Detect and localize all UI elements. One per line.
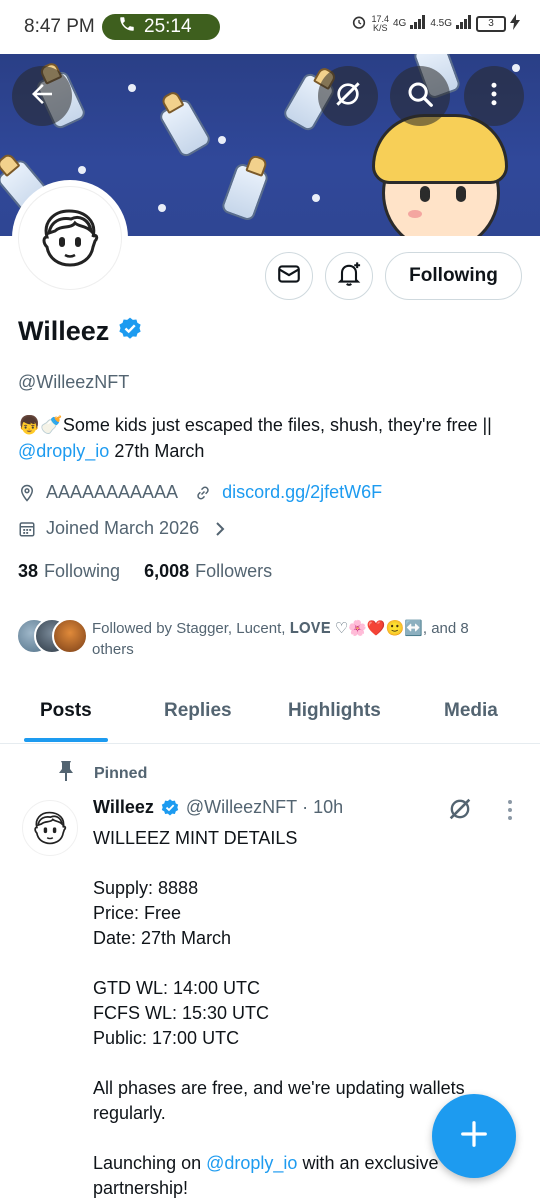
banner-star: [312, 194, 320, 202]
calendar-icon: [18, 520, 36, 538]
back-arrow-icon: [27, 79, 57, 114]
pin-icon: [56, 760, 76, 787]
banner-star: [158, 204, 166, 212]
profile-meta-row: AAAAAAAAAAA discord.gg/2jfetW6F: [18, 482, 382, 503]
post-mention-link[interactable]: @droply_io: [206, 1153, 297, 1173]
banner-character-eye: [420, 186, 430, 202]
network-type-1: 4G: [392, 18, 407, 29]
profile-handle: @WilleezNFT: [18, 372, 130, 392]
tab-highlights[interactable]: Highlights: [288, 700, 381, 722]
link-icon: [194, 484, 212, 502]
post-author-avatar[interactable]: [22, 800, 78, 856]
notification-bell-icon: [335, 260, 363, 293]
battery-icon: 3: [476, 15, 506, 32]
post-header: Willeez @WilleezNFT · 10h: [93, 797, 343, 818]
phone-icon: [118, 15, 144, 39]
grok-icon: [332, 78, 364, 115]
post-author-handle[interactable]: @WilleezNFT: [186, 797, 297, 818]
post-separator: ·: [302, 797, 309, 817]
status-time: 8:47 PM: [24, 16, 95, 37]
network-type-2: 4.5G: [430, 18, 452, 29]
charging-icon: [510, 14, 520, 33]
profile-website-link[interactable]: discord.gg/2jfetW6F: [222, 482, 382, 503]
location-icon: [18, 484, 36, 502]
tab-media[interactable]: Media: [444, 700, 498, 722]
avatar-image: [18, 186, 122, 290]
tab-replies[interactable]: Replies: [164, 700, 232, 722]
banner-character-cheek: [408, 210, 422, 218]
network-speed: 17.4 K/S: [371, 13, 389, 33]
grok-button[interactable]: [318, 66, 378, 126]
profile-joined-date: Joined March 2026: [46, 518, 200, 538]
compose-post-button[interactable]: [432, 1094, 516, 1178]
bio-mention-link[interactable]: @droply_io: [18, 441, 109, 461]
profile-tabs: Posts Replies Highlights Media: [0, 688, 540, 744]
grok-icon: [446, 798, 474, 827]
message-button[interactable]: [265, 252, 313, 300]
avatar-character-icon: [42, 209, 99, 267]
followed-by-avatars: [16, 618, 88, 654]
followers-count-link[interactable]: 6,008 Followers: [144, 561, 272, 582]
signal-icon: [410, 15, 426, 32]
alarm-icon: [351, 14, 367, 33]
notification-button[interactable]: [325, 252, 373, 300]
followed-by-text: Followed by Stagger, Lucent, 𝐋𝐎𝐕𝐄 ♡🌸❤️🙂↔…: [92, 620, 469, 658]
banner-character-eye: [456, 186, 466, 202]
profile-name-row: Willeez: [18, 316, 143, 347]
profile-location: AAAAAAAAAAA: [46, 482, 179, 502]
tab-posts[interactable]: Posts: [40, 700, 92, 722]
profile-avatar[interactable]: [12, 180, 128, 296]
more-vertical-icon: [500, 800, 520, 826]
profile-joined-row[interactable]: Joined March 2026: [18, 518, 237, 539]
active-tab-indicator: [24, 738, 108, 742]
follower-avatar: [52, 618, 88, 654]
more-button[interactable]: [464, 66, 524, 126]
profile-name: Willeez: [18, 316, 110, 346]
post-more-button[interactable]: [500, 798, 520, 827]
compose-plus-icon: [459, 1119, 489, 1154]
message-icon: [276, 261, 302, 292]
followed-by-row[interactable]: Followed by Stagger, Lucent, 𝐋𝐎𝐕𝐄 ♡🌸❤️🙂↔…: [16, 618, 512, 660]
signal-icon: [456, 15, 472, 32]
verified-badge-icon[interactable]: [117, 316, 143, 347]
ongoing-call-pill[interactable]: 25:14: [102, 14, 220, 40]
more-vertical-icon: [479, 79, 509, 114]
chevron-right-icon: [213, 521, 227, 537]
banner-star: [512, 64, 520, 72]
banner-bottle: [157, 96, 213, 160]
search-button[interactable]: [390, 66, 450, 126]
avatar-character-icon: [34, 811, 67, 845]
profile-bio: 👦🍼Some kids just escaped the files, shus…: [18, 415, 492, 461]
banner-star: [128, 84, 136, 92]
banner-star: [78, 166, 86, 174]
banner-star: [218, 136, 226, 144]
status-bar: 8:47 PM 25:14 17.4 K/S 4G 4.5G 3: [0, 0, 540, 54]
post-time: 10h: [313, 797, 344, 817]
call-timer: 25:14: [144, 16, 192, 37]
verified-badge-icon: [160, 798, 180, 818]
following-count-link[interactable]: 38 Following: [18, 561, 120, 582]
follow-counts: 38 Following 6,008 Followers: [18, 561, 272, 582]
search-icon: [405, 79, 435, 114]
following-button[interactable]: Following: [385, 252, 522, 300]
post-grok-button[interactable]: [446, 795, 474, 828]
back-button[interactable]: [12, 66, 72, 126]
pinned-label: Pinned: [56, 760, 147, 787]
banner-bottle: [220, 161, 270, 223]
post-author-name[interactable]: Willeez: [93, 797, 154, 818]
status-icons: 17.4 K/S 4G 4.5G 3: [351, 14, 520, 33]
